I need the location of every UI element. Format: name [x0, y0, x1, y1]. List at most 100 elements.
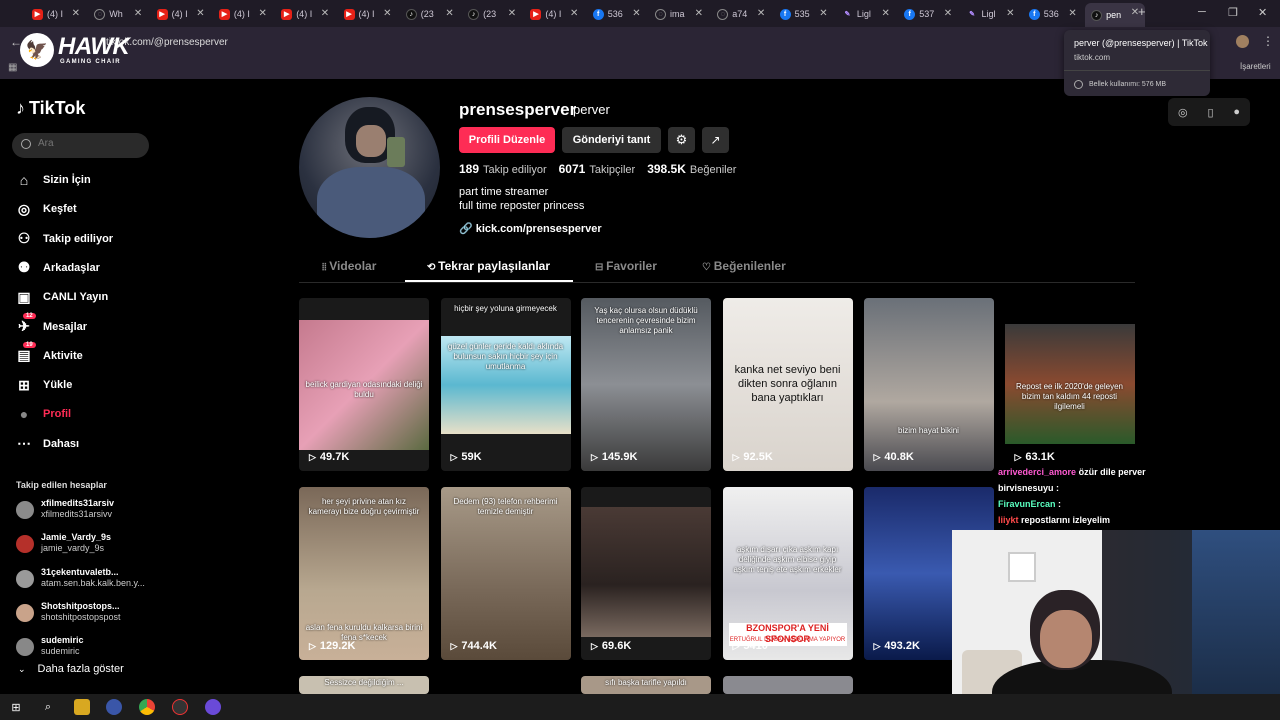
video-card[interactable]: Yaş kaç olursa olsun düdüklü tencerenin …: [581, 298, 711, 471]
close-tab-icon[interactable]: ✕: [72, 8, 80, 19]
view-count: ▷ 744.4K: [451, 640, 497, 652]
profile-stat[interactable]: 6071 Takipçiler: [559, 162, 636, 176]
sidebar-item-activity[interactable]: ▤ 19 Aktivite: [15, 341, 83, 367]
device-icon[interactable]: ▯: [1207, 106, 1213, 119]
close-tab-icon[interactable]: ✕: [944, 8, 952, 19]
browser-tab[interactable]: ♪ pen ✕: [1085, 3, 1146, 27]
close-tab-icon[interactable]: ✕: [1006, 8, 1014, 19]
browser-tab[interactable]: f 535 ✕: [774, 4, 834, 24]
close-tab-icon[interactable]: ✕: [757, 8, 765, 19]
close-tab-icon[interactable]: ✕: [321, 8, 329, 19]
browser-tab[interactable]: f 537 ✕: [898, 4, 958, 24]
close-tab-icon[interactable]: ✕: [632, 8, 640, 19]
sidebar-item-live[interactable]: ▣ CANLI Yayın: [15, 286, 108, 308]
video-card[interactable]: kanka net seviyo beni dikten sonra oğlan…: [722, 298, 853, 471]
tab-grid[interactable]: ⦙⦙ Videolar: [322, 259, 376, 273]
sidebar-item-home[interactable]: ⌂ Sizin İçin: [15, 169, 91, 191]
webcam-poster: [1008, 552, 1036, 582]
browser-tab[interactable]: ▶ (4) I ✕: [213, 4, 273, 24]
close-tab-icon[interactable]: ✕: [134, 8, 142, 19]
obs-icon[interactable]: [172, 699, 188, 715]
app-icon-2[interactable]: [205, 699, 221, 715]
chrome-icon[interactable]: [139, 699, 155, 715]
close-tab-icon[interactable]: ✕: [819, 8, 827, 19]
browser-tab[interactable]: ▶ (4) I ✕: [338, 4, 398, 24]
browser-tab[interactable]: ♪ (23 ✕: [400, 4, 460, 24]
menu-dots-icon[interactable]: ⋮: [1262, 34, 1274, 48]
sidebar-item-profile[interactable]: ● Profil: [15, 403, 71, 425]
sidebar-item-more[interactable]: ⋯ Dahası: [15, 433, 79, 455]
minimize-icon[interactable]: ─: [1198, 6, 1206, 18]
close-tab-icon[interactable]: ✕: [259, 8, 267, 19]
sidebar-item-friends[interactable]: ⚉ Arkadaşlar: [15, 257, 100, 279]
sidebar-item-label: Mesajlar: [43, 320, 88, 333]
video-card[interactable]: beilick gardiyan odasındaki deliği buldu…: [299, 298, 429, 471]
compass-icon[interactable]: ◎: [1178, 106, 1188, 119]
browser-tab[interactable]: ◌ a74 ✕: [711, 4, 771, 24]
browser-tab[interactable]: ▶ (4) I ✕: [275, 4, 335, 24]
profile-stat[interactable]: 398.5K Beğeniler: [647, 162, 736, 176]
video-card[interactable]: [722, 676, 853, 694]
user-avatar-icon[interactable]: ●: [1233, 106, 1240, 118]
browser-tab[interactable]: ▶ (4) I ✕: [524, 4, 584, 24]
tab-repost[interactable]: ⟲ Tekrar paylaşılanlar: [427, 259, 550, 273]
sidebar-item-messages[interactable]: ✈ 12 Mesajlar: [15, 312, 88, 338]
bookmarks-label[interactable]: İşaretleri: [1240, 62, 1271, 71]
search-input[interactable]: [38, 138, 138, 149]
promote-post-button[interactable]: Gönderiyi tanıt: [562, 127, 661, 153]
profile-avatar[interactable]: [299, 97, 440, 238]
restore-icon[interactable]: ❐: [1228, 6, 1238, 19]
search-icon[interactable]: ⌕: [40, 699, 56, 715]
apps-grid-icon[interactable]: ▦: [8, 62, 17, 73]
browser-tab[interactable]: ▶ (4) I ✕: [26, 4, 86, 24]
video-card[interactable]: sıfı başka tarifle yapıldı: [581, 676, 711, 694]
view-count-value: 744.4K: [461, 640, 497, 652]
app-icon[interactable]: [106, 699, 122, 715]
browser-tab[interactable]: f 536 ✕: [1023, 4, 1083, 24]
video-card[interactable]: aşkım dışarı çıka aşkım kapı deliğinde a…: [722, 487, 853, 660]
show-more-button[interactable]: ⌄ Daha fazla göster: [18, 663, 124, 675]
share-button[interactable]: ↗: [702, 127, 729, 153]
browser-tab[interactable]: ◌ ima ✕: [649, 4, 709, 24]
profile-stat[interactable]: 189 Takip ediliyor: [459, 162, 547, 176]
close-tab-icon[interactable]: ✕: [445, 8, 453, 19]
close-tab-icon[interactable]: ✕: [196, 8, 204, 19]
new-tab-button[interactable]: +: [1138, 4, 1146, 19]
profile-avatar-icon[interactable]: [1236, 35, 1249, 48]
search-box[interactable]: [12, 133, 149, 158]
video-card[interactable]: Dedem (93) telefon rehberimi temizle dem…: [440, 487, 571, 660]
video-card[interactable]: hiçbir şey yoluna girmeyecek güzel günler…: [440, 298, 571, 471]
windows-start-icon[interactable]: ⊞: [8, 699, 24, 715]
browser-tab[interactable]: ✎ Ligl ✕: [961, 4, 1021, 24]
close-tab-icon[interactable]: ✕: [383, 8, 391, 19]
tab-heart[interactable]: ♡ Beğenilenler: [702, 259, 786, 273]
tiktok-logo[interactable]: ♪ TikTok: [16, 98, 85, 119]
close-tab-icon[interactable]: ✕: [882, 8, 890, 19]
browser-tab[interactable]: ◌ Wh ✕: [88, 4, 148, 24]
video-card[interactable]: bizim hayat bikini ▷ 40.8K: [863, 298, 994, 471]
close-window-icon[interactable]: ✕: [1258, 6, 1267, 19]
tab-bookmark[interactable]: ⊟ Favoriler: [595, 259, 657, 273]
chat-text: repostlarını izleyelim: [1021, 515, 1111, 525]
close-tab-icon[interactable]: ✕: [508, 8, 516, 19]
close-tab-icon[interactable]: ✕: [570, 8, 578, 19]
view-count: ▷ 493.2K: [874, 640, 920, 652]
browser-tab[interactable]: ✎ Ligl ✕: [836, 4, 896, 24]
video-card[interactable]: Sessizce değildiğim ...: [299, 676, 429, 694]
browser-tab[interactable]: ♪ (23 ✕: [462, 4, 522, 24]
video-card[interactable]: Repost ee ilk 2020'de geleyen bizim tan …: [1004, 298, 1135, 471]
bio-link[interactable]: 🔗 kick.com/prensesperver: [459, 222, 602, 235]
browser-tab-label: (4) I: [233, 9, 250, 19]
file-explorer-icon[interactable]: [74, 699, 90, 715]
settings-button[interactable]: ⚙: [668, 127, 695, 153]
sidebar-item-following[interactable]: ⚇ Takip ediliyor: [15, 228, 113, 250]
sidebar-item-compass[interactable]: ◎ Keşfet: [15, 198, 77, 220]
close-tab-icon[interactable]: ✕: [695, 8, 703, 19]
video-card[interactable]: her şeyi privine atan kız kamerayı bize …: [299, 487, 429, 660]
close-tab-icon[interactable]: ✕: [1068, 8, 1076, 19]
edit-profile-button[interactable]: Profili Düzenle: [459, 127, 555, 153]
video-card[interactable]: ▷ 69.6K: [581, 487, 711, 660]
browser-tab[interactable]: f 536 ✕: [587, 4, 647, 24]
sidebar-item-upload[interactable]: ⊞ Yükle: [15, 374, 72, 396]
browser-tab[interactable]: ▶ (4) I ✕: [151, 4, 211, 24]
